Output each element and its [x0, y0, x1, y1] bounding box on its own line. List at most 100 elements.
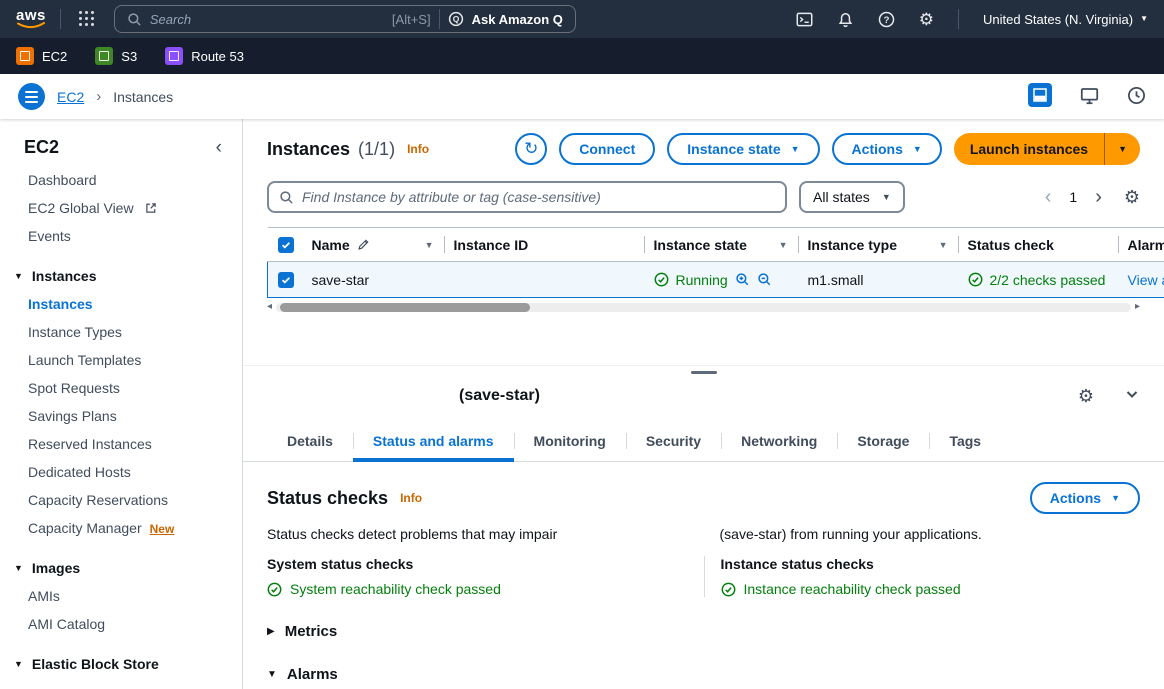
tab-security[interactable]: Security — [626, 421, 721, 461]
filter-caret-icon[interactable]: ▼ — [939, 240, 948, 250]
horizontal-scrollbar[interactable]: ◂ ▸ — [267, 302, 1140, 312]
info-link[interactable]: Info — [407, 142, 429, 156]
column-header-name[interactable]: Name — [312, 237, 350, 253]
sidebar-section-label: Instances — [32, 268, 97, 284]
column-header-status-check[interactable]: Status check — [968, 237, 1054, 253]
scrollbar-thumb[interactable] — [280, 303, 530, 312]
tab-storage[interactable]: Storage — [837, 421, 929, 461]
tab-details[interactable]: Details — [267, 421, 353, 461]
region-selector[interactable]: United States (N. Virginia) ▼ — [983, 12, 1148, 27]
search-input[interactable] — [150, 12, 384, 27]
monitor-icon[interactable] — [1080, 86, 1099, 108]
sidebar-item-savings-plans[interactable]: Savings Plans — [0, 402, 242, 430]
panel-collapse-chevron-icon[interactable] — [1124, 386, 1140, 405]
cloudshell-icon[interactable] — [796, 11, 813, 28]
aws-logo[interactable]: aws — [16, 8, 46, 30]
favorite-ec2[interactable]: EC2 — [16, 47, 67, 65]
scrollbar-track[interactable] — [276, 303, 1131, 312]
zoom-in-icon[interactable] — [735, 272, 750, 287]
sidebar-item-label: Launch Templates — [28, 352, 141, 368]
sidebar-section-elastic-block-store[interactable]: ▼ Elastic Block Store — [0, 650, 242, 678]
scroll-right-icon[interactable]: ▸ — [1135, 302, 1140, 312]
sidebar-item-dashboard[interactable]: Dashboard — [0, 166, 242, 194]
metrics-expander[interactable]: ▶ Metrics — [267, 623, 1140, 640]
column-header-instance-type[interactable]: Instance type — [808, 237, 897, 253]
all-states-select[interactable]: All states ▼ — [799, 181, 905, 213]
view-alarms-link[interactable]: View alarms — [1128, 272, 1164, 288]
tab-status-and-alarms[interactable]: Status and alarms — [353, 421, 514, 461]
notifications-bell-icon[interactable] — [837, 11, 854, 28]
select-all-checkbox[interactable] — [278, 237, 294, 253]
sidebar-item-instance-types[interactable]: Instance Types — [0, 318, 242, 346]
ask-amazon-q-button[interactable]: Ask Amazon Q — [472, 12, 563, 27]
sidebar-item-spot-requests[interactable]: Spot Requests — [0, 374, 242, 402]
clock-icon[interactable] — [1127, 86, 1146, 108]
sidebar-item-dedicated-hosts[interactable]: Dedicated Hosts — [0, 458, 242, 486]
column-header-instance-id[interactable]: Instance ID — [454, 237, 529, 253]
instance-state-button[interactable]: Instance state▼ — [667, 133, 819, 165]
column-header-instance-state[interactable]: Instance state — [654, 237, 747, 253]
table-preferences-gear-icon[interactable]: ⚙ — [1124, 188, 1140, 206]
global-search[interactable]: [Alt+S] Q Ask Amazon Q — [114, 5, 576, 33]
breadcrumb-ec2-link[interactable]: EC2 — [57, 89, 84, 105]
next-page-icon[interactable]: › — [1095, 187, 1102, 207]
tab-networking[interactable]: Networking — [721, 421, 837, 461]
sidebar-section-instances[interactable]: ▼ Instances — [0, 262, 242, 290]
settings-gear-icon[interactable]: ⚙ — [919, 11, 934, 28]
previous-page-icon[interactable]: ‹ — [1045, 187, 1052, 207]
description-right: (save-star) from running your applicatio… — [720, 526, 1141, 542]
sidebar-header: EC2 ‹ — [0, 137, 242, 166]
sidebar-item-launch-templates[interactable]: Launch Templates — [0, 346, 242, 374]
sidebar-item-label: Dashboard — [28, 172, 97, 188]
favorite-s3[interactable]: S3 — [95, 47, 137, 65]
sidebar-item-ec2-global-view[interactable]: EC2 Global View — [0, 194, 242, 222]
launch-instances-button[interactable]: Launch instances — [954, 133, 1104, 165]
instance-status-checks: Instance status checks Instance reachabi… — [704, 556, 1141, 597]
instance-status-title: Instance status checks — [721, 556, 1141, 572]
sidebar-item-ami-catalog[interactable]: AMI Catalog — [0, 610, 242, 638]
launch-instances-split-button: Launch instances ▼ — [954, 133, 1140, 165]
sidebar-section-label: Images — [32, 560, 80, 576]
tab-label: Details — [287, 433, 333, 449]
menu-icon[interactable] — [18, 83, 45, 110]
help-icon[interactable]: ? — [878, 11, 895, 28]
find-instance-input[interactable] — [302, 189, 775, 205]
tab-label: Networking — [741, 433, 817, 449]
instance-table-row[interactable]: save-star Running m1.small — [268, 262, 1164, 298]
breadcrumb-icon-group — [1028, 83, 1146, 110]
tab-tags[interactable]: Tags — [929, 421, 1001, 461]
zoom-out-icon[interactable] — [757, 272, 772, 287]
sidebar-section-images[interactable]: ▼ Images — [0, 554, 242, 582]
connect-button[interactable]: Connect — [559, 133, 655, 165]
sidebar-item-capacity-manager[interactable]: Capacity ManagerNew — [0, 514, 242, 542]
services-menu-icon[interactable] — [79, 11, 96, 28]
chevron-down-icon: ▼ — [1140, 15, 1148, 23]
split-panel-icon[interactable] — [1028, 83, 1052, 110]
status-actions-button[interactable]: Actions▼ — [1030, 482, 1140, 514]
actions-button[interactable]: Actions▼ — [832, 133, 942, 165]
tab-monitoring[interactable]: Monitoring — [514, 421, 626, 461]
sidebar-item-events[interactable]: Events — [0, 222, 242, 250]
find-instance-filter[interactable] — [267, 181, 787, 213]
alarms-expander[interactable]: ▼ Alarms — [267, 666, 1140, 683]
panel-preferences-gear-icon[interactable]: ⚙ — [1078, 387, 1094, 405]
filter-caret-icon[interactable]: ▼ — [779, 240, 788, 250]
sidebar-item-amis[interactable]: AMIs — [0, 582, 242, 610]
sidebar-collapse-icon[interactable]: ‹ — [216, 138, 222, 157]
refresh-button[interactable]: ↻ — [515, 133, 547, 165]
sidebar-item-capacity-reservations[interactable]: Capacity Reservations — [0, 486, 242, 514]
column-header-alarm-status[interactable]: Alarm status — [1128, 237, 1164, 253]
launch-dropdown-button[interactable]: ▼ — [1105, 133, 1140, 165]
favorite-route53[interactable]: Route 53 — [165, 47, 244, 65]
button-label: Instance state — [687, 141, 780, 157]
sort-caret-icon[interactable]: ▼ — [425, 240, 434, 250]
sidebar-item-reserved-instances[interactable]: Reserved Instances — [0, 430, 242, 458]
system-status-title: System status checks — [267, 556, 688, 572]
current-page[interactable]: 1 — [1069, 189, 1077, 205]
side-navigation: EC2 ‹ Dashboard EC2 Global View Events ▼… — [0, 119, 243, 689]
info-link[interactable]: Info — [400, 491, 422, 505]
row-checkbox[interactable] — [278, 272, 294, 288]
status-checks-columns: System status checks System reachability… — [267, 556, 1140, 597]
scroll-left-icon[interactable]: ◂ — [267, 302, 272, 312]
sidebar-item-instances[interactable]: Instances — [0, 290, 242, 318]
